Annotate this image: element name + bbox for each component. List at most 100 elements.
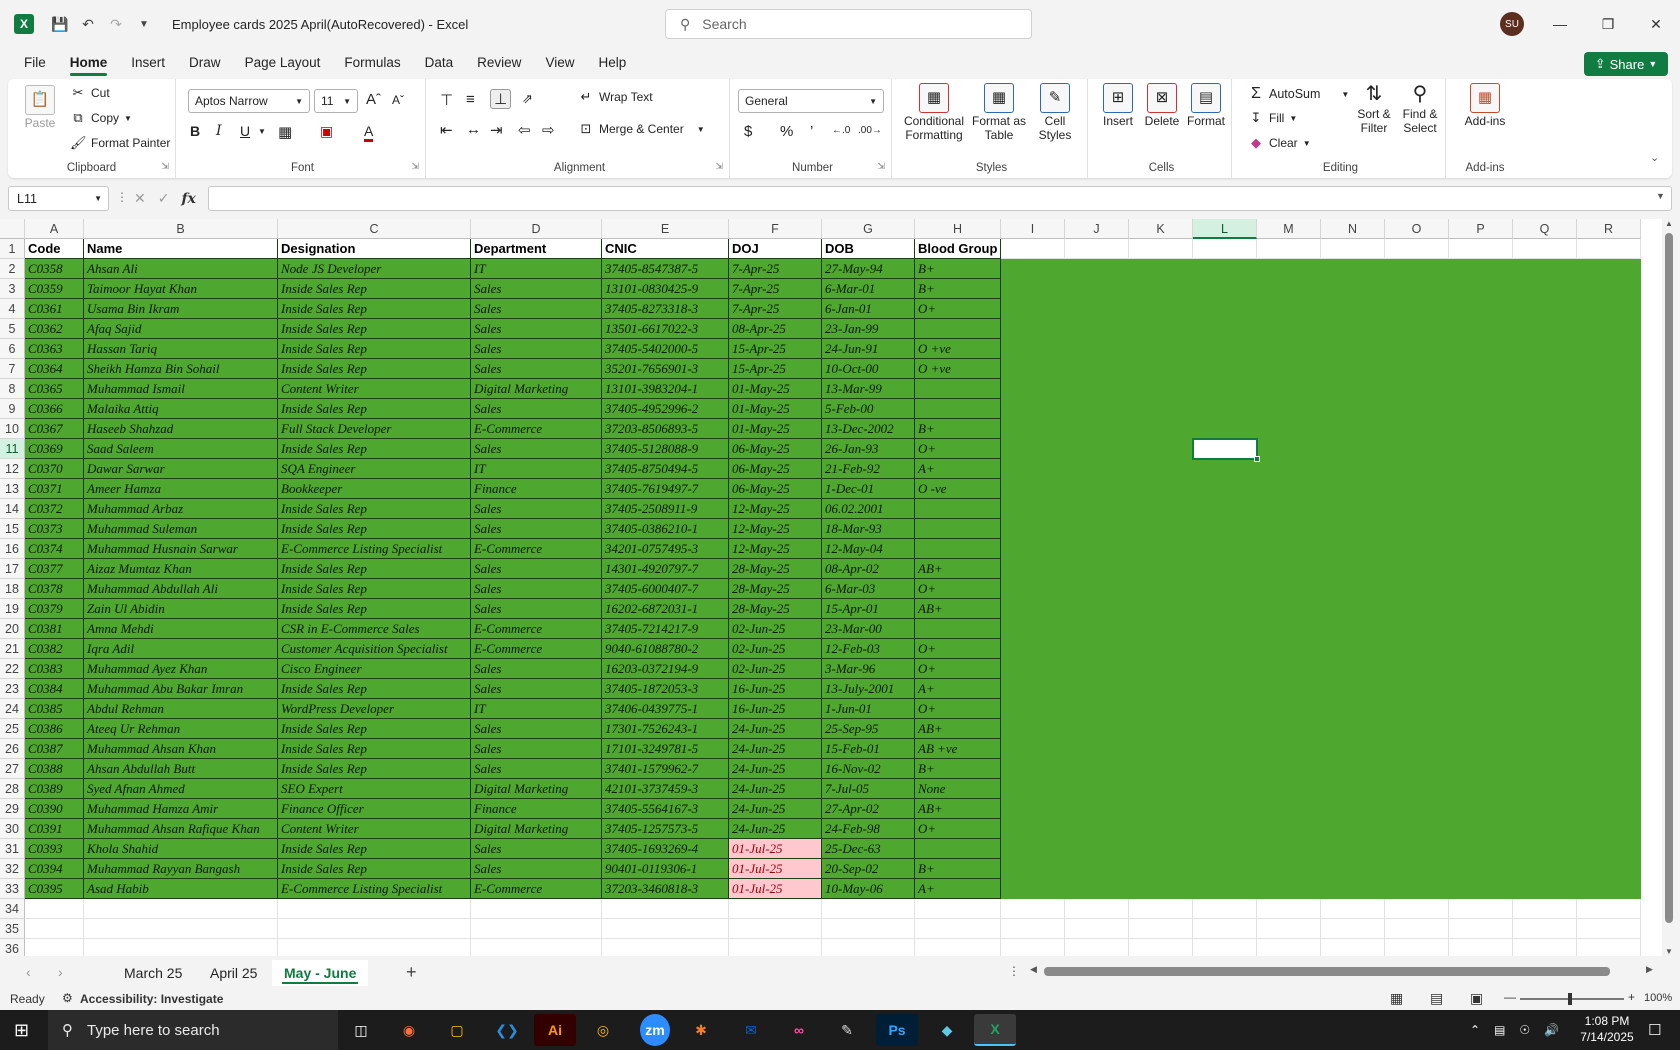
empty-cell[interactable] [1257, 239, 1321, 259]
page-break-view-icon[interactable]: ▣ [1470, 990, 1483, 1007]
table-cell[interactable]: Sales [471, 399, 602, 419]
app-diamond-icon[interactable]: ◆ [926, 1014, 968, 1046]
table-cell[interactable]: Inside Sales Rep [278, 359, 471, 379]
table-cell[interactable]: C0388 [25, 759, 84, 779]
sheet-tab-march-25[interactable]: March 25 [112, 960, 194, 986]
cancel-icon[interactable]: ✕ [134, 190, 146, 207]
avatar[interactable]: SU [1500, 12, 1524, 36]
table-cell[interactable] [915, 619, 1001, 639]
table-cell[interactable]: 17301-7526243-1 [602, 719, 729, 739]
prev-sheet-icon[interactable]: ‹ [26, 964, 31, 980]
table-cell[interactable]: C0389 [25, 779, 84, 799]
empty-cell[interactable] [602, 939, 729, 956]
column-header-d[interactable]: D [471, 219, 602, 239]
empty-cell[interactable] [602, 899, 729, 919]
table-cell[interactable]: WordPress Developer [278, 699, 471, 719]
wrap-text-button[interactable]: ↵ Wrap Text [578, 89, 653, 105]
table-cell[interactable]: E-Commerce [471, 619, 602, 639]
table-cell[interactable]: Finance [471, 799, 602, 819]
table-cell[interactable]: Sales [471, 679, 602, 699]
underline-button[interactable]: U [240, 123, 250, 139]
zoom-out-icon[interactable]: — [1504, 990, 1516, 1004]
row-header[interactable]: 12 [0, 459, 25, 479]
table-cell[interactable]: C0370 [25, 459, 84, 479]
photoshop-icon[interactable]: Ps [876, 1014, 918, 1046]
header-cell[interactable]: CNIC [602, 239, 729, 259]
empty-cell[interactable] [729, 919, 822, 939]
table-cell[interactable]: 28-May-25 [729, 559, 822, 579]
table-cell[interactable]: 1-Dec-01 [822, 479, 915, 499]
bold-button[interactable]: B [190, 123, 200, 139]
table-cell[interactable]: 15-Apr-25 [729, 339, 822, 359]
empty-cell[interactable] [1513, 939, 1577, 956]
table-cell[interactable]: IT [471, 699, 602, 719]
table-cell[interactable]: AB+ [915, 799, 1001, 819]
fill-color-icon[interactable]: ▣ [320, 123, 333, 140]
share-button[interactable]: ⇪ Share ▼ [1584, 52, 1668, 76]
table-cell[interactable]: Muhammad Arbaz [84, 499, 278, 519]
orientation-icon[interactable]: ⇗ [522, 91, 533, 107]
table-cell[interactable]: AB +ve [915, 739, 1001, 759]
table-cell[interactable]: 08-Apr-25 [729, 319, 822, 339]
addins-button[interactable]: ▦ Add-ins [1460, 83, 1510, 129]
table-cell[interactable]: C0386 [25, 719, 84, 739]
borders-icon[interactable]: ▦ [278, 123, 292, 141]
table-cell[interactable]: 3-Mar-96 [822, 659, 915, 679]
table-cell[interactable]: Malaika Attiq [84, 399, 278, 419]
table-cell[interactable] [915, 379, 1001, 399]
menu-tab-insert[interactable]: Insert [119, 48, 177, 78]
table-cell[interactable]: Inside Sales Rep [278, 839, 471, 859]
comma-style-icon[interactable]: ’ [810, 123, 813, 140]
table-cell[interactable]: Sales [471, 299, 602, 319]
table-cell[interactable]: Sales [471, 339, 602, 359]
formula-input[interactable] [208, 186, 1672, 211]
table-cell[interactable]: C0381 [25, 619, 84, 639]
increase-decimal-icon[interactable]: ←.0 [832, 125, 850, 136]
table-cell[interactable]: Inside Sales Rep [278, 299, 471, 319]
decrease-decimal-icon[interactable]: .00→ [858, 125, 882, 136]
table-cell[interactable]: 37203-8506893-5 [602, 419, 729, 439]
decrease-indent-icon[interactable]: ⇦ [518, 121, 531, 139]
table-cell[interactable]: 90401-0119306-1 [602, 859, 729, 879]
row-header[interactable]: 5 [0, 319, 25, 339]
table-cell[interactable]: E-Commerce Listing Specialist [278, 879, 471, 899]
table-cell[interactable]: 01-Jul-25 [729, 879, 822, 899]
table-cell[interactable]: 35201-7656901-3 [602, 359, 729, 379]
zoom-slider-thumb[interactable] [1568, 993, 1572, 1005]
table-cell[interactable]: 37405-1693269-4 [602, 839, 729, 859]
autosum-button[interactable]: Σ AutoSum ▼ [1248, 85, 1349, 103]
row-header[interactable]: 7 [0, 359, 25, 379]
table-cell[interactable]: Syed Afnan Ahmed [84, 779, 278, 799]
table-cell[interactable]: 15-Apr-01 [822, 599, 915, 619]
menu-tab-data[interactable]: Data [413, 48, 466, 78]
empty-cell[interactable] [822, 939, 915, 956]
table-cell[interactable]: 02-Jun-25 [729, 659, 822, 679]
number-format-select[interactable]: General ▼ [738, 89, 884, 113]
table-cell[interactable]: 24-Jun-91 [822, 339, 915, 359]
table-cell[interactable]: Dawar Sarwar [84, 459, 278, 479]
table-cell[interactable]: Inside Sales Rep [278, 399, 471, 419]
row-header[interactable]: 17 [0, 559, 25, 579]
align-right-icon[interactable]: ⇥ [490, 121, 503, 139]
empty-cell[interactable] [471, 939, 602, 956]
row-header[interactable]: 24 [0, 699, 25, 719]
table-cell[interactable]: Zain Ul Abidin [84, 599, 278, 619]
table-cell[interactable]: C0363 [25, 339, 84, 359]
table-cell[interactable]: 13101-3983204-1 [602, 379, 729, 399]
table-cell[interactable]: O+ [915, 439, 1001, 459]
table-cell[interactable]: C0393 [25, 839, 84, 859]
restore-icon[interactable]: ❐ [1588, 10, 1628, 38]
row-header[interactable]: 34 [0, 899, 25, 919]
table-cell[interactable]: 37405-8750494-5 [602, 459, 729, 479]
accessibility-status[interactable]: Accessibility: Investigate [80, 992, 223, 1006]
empty-cell[interactable] [1577, 939, 1641, 956]
next-sheet-icon[interactable]: › [58, 964, 63, 980]
row-header[interactable]: 10 [0, 419, 25, 439]
table-cell[interactable]: 12-May-25 [729, 539, 822, 559]
table-cell[interactable]: 34201-0757495-3 [602, 539, 729, 559]
column-header-l[interactable]: L [1193, 219, 1257, 239]
table-cell[interactable]: AB+ [915, 559, 1001, 579]
row-header[interactable]: 20 [0, 619, 25, 639]
table-cell[interactable]: Inside Sales Rep [278, 519, 471, 539]
chevron-up-icon[interactable]: ⌃ [1470, 1023, 1480, 1037]
